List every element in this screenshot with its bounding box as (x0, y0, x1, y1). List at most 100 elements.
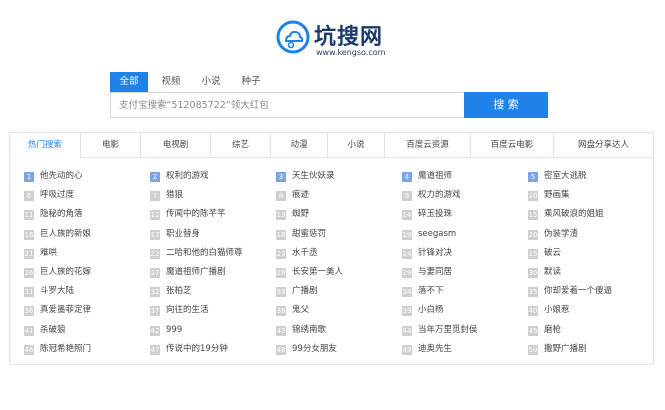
hot-list-item[interactable]: 39 小白杨 (402, 301, 444, 319)
rank-badge: 42 (150, 325, 160, 336)
rank-badge: 2 (150, 172, 160, 182)
hot-list-item[interactable]: 4 魔道祖师 (402, 167, 452, 185)
hot-item-title: 巨人族的花嫁 (40, 267, 92, 277)
hot-list-item[interactable]: 36 真爱墨菲定律 (24, 301, 91, 319)
hot-list-item[interactable]: 34 落不下 (402, 282, 444, 300)
rank-badge: 37 (150, 306, 160, 317)
hot-item-title: 二哈和他的白猫师尊 (166, 247, 243, 258)
rank-badge: 19 (402, 229, 412, 240)
hot-item-title: 魔道祖师广播剧 (166, 267, 226, 277)
hot-list-item[interactable]: 17 职业替身 (150, 225, 200, 243)
hot-item-title: 破云 (544, 247, 562, 258)
search-tab-novel[interactable]: 小说 (192, 72, 230, 92)
hot-list-item[interactable]: 16 巨人族的新娘 (24, 225, 91, 243)
hot-list-item[interactable]: 31 斗罗大陆 (24, 282, 74, 300)
hot-item-title: 锦绣南歌 (292, 324, 327, 335)
hot-list-item[interactable]: 9 权力的游戏 (402, 186, 461, 204)
hot-list-item[interactable]: 2 权利的游戏 (150, 167, 209, 185)
hot-list-item[interactable]: 50 撒野广播剧 (528, 340, 587, 358)
hot-list-item[interactable]: 1 他先动的心 (24, 167, 83, 185)
rank-badge: 6 (24, 191, 34, 202)
rank-badge: 31 (24, 287, 34, 298)
hot-item-title: 水千丞 (292, 247, 318, 258)
hot-list-item[interactable]: 49 迪奥先生 (402, 340, 452, 358)
tab-netdisk-sharers[interactable]: 网盘分享达人 (554, 133, 653, 157)
hot-list-item[interactable]: 29 与妻同居 (402, 263, 452, 281)
search-tab-all[interactable]: 全部 (110, 72, 148, 92)
tab-hot-search[interactable]: 热门搜索 (10, 133, 81, 158)
tab-tv-series[interactable]: 电视剧 (141, 133, 211, 157)
hot-list-item[interactable]: 23 水千丞 (276, 244, 318, 262)
hot-list-item[interactable]: 19 seegasm (402, 225, 456, 243)
hot-list-item[interactable]: 13 蜘野 (276, 205, 309, 223)
hot-list-item[interactable]: 44 当年万里觅封侯 (402, 321, 478, 339)
rank-badge: 12 (150, 210, 160, 221)
search-button[interactable]: 搜 索 (464, 92, 548, 118)
rank-badge: 5 (528, 172, 538, 182)
hot-item-title: 当年万里觅封侯 (418, 324, 478, 335)
hot-tabs-bar: 热门搜索 电影 电视剧 综艺 动漫 小说 百度云资源 百度云电影 网盘分享达人 (10, 133, 653, 158)
hot-list-item[interactable]: 33 广播剧 (276, 282, 318, 300)
hot-list-item[interactable]: 11 隐秘的角落 (24, 205, 83, 223)
hot-list-item[interactable]: 40 小娘惹 (528, 301, 570, 319)
tab-baidu-cloud-movies[interactable]: 百度云电影 (471, 133, 554, 157)
hot-list-item[interactable]: 35 你却爱着一个傻逼 (528, 282, 612, 300)
hot-list-item[interactable]: 28 长安第一美人 (276, 263, 343, 281)
hot-list-item[interactable]: 24 针锋对决 (402, 244, 452, 262)
search-input[interactable] (110, 92, 464, 118)
hot-list-item[interactable]: 26 巨人族的花嫁 (24, 263, 91, 281)
hot-list-item[interactable]: 47 传说中的19分钟 (150, 340, 228, 358)
hot-list-item[interactable]: 12 传闻中的陈芊芊 (150, 205, 226, 223)
hot-list-item[interactable]: 14 碎玉投珠 (402, 205, 452, 223)
rank-badge: 44 (402, 325, 412, 336)
rank-badge: 49 (402, 344, 412, 355)
hot-list-item[interactable]: 46 陈冠希艳照门 (24, 340, 91, 358)
hot-item-title: 伪装学渣 (544, 228, 579, 239)
hot-list-item[interactable]: 45 磨枪 (528, 321, 561, 339)
hot-list-item[interactable]: 48 99分女朋友 (276, 340, 337, 358)
rank-badge: 38 (276, 306, 286, 317)
hot-list-item[interactable]: 32 张柏芝 (150, 282, 192, 300)
hot-item-title: 撒野广播剧 (544, 343, 587, 354)
rank-badge: 26 (24, 268, 34, 278)
rank-badge: 23 (276, 248, 286, 259)
hot-list-item[interactable]: 22 二哈和他的白猫师尊 (150, 244, 243, 262)
hot-list-item[interactable]: 25 破云 (528, 244, 561, 262)
hot-item-title: 与妻同居 (418, 267, 453, 277)
hot-item-title: 长安第一美人 (292, 267, 344, 277)
hot-list-item[interactable]: 37 向往的生活 (150, 301, 209, 319)
rank-badge: 32 (150, 287, 160, 298)
tab-movie[interactable]: 电影 (81, 133, 141, 157)
hot-list-item[interactable]: 8 痕迹 (276, 186, 309, 204)
tab-variety[interactable]: 综艺 (211, 133, 271, 157)
hot-list-item[interactable]: 30 默读 (528, 263, 561, 281)
rank-badge: 45 (528, 325, 538, 336)
tab-baidu-cloud-resources[interactable]: 百度云资源 (385, 133, 471, 157)
hot-item-title: 真爱墨菲定律 (40, 305, 92, 316)
hot-list-item[interactable]: 42 999 (150, 321, 182, 339)
hot-list-item[interactable]: 10 野画集 (528, 186, 570, 204)
hot-item-title: seegasm (418, 228, 457, 239)
hot-item-title: 杀破狼 (40, 324, 66, 335)
hot-list-item[interactable]: 15 乘风破浪的姐姐 (528, 205, 604, 223)
tab-anime[interactable]: 动漫 (271, 133, 328, 157)
hot-item-title: 魔道祖师 (418, 171, 453, 181)
hot-list-item[interactable]: 18 甜蜜惩罚 (276, 225, 326, 243)
rank-badge: 30 (528, 268, 538, 278)
site-logo[interactable]: 坑搜网 www.kengso.com (276, 20, 396, 64)
hot-list-item[interactable]: 21 难哄 (24, 244, 57, 262)
hot-list-item[interactable]: 43 锦绣南歌 (276, 321, 326, 339)
search-tab-torrent[interactable]: 种子 (232, 72, 270, 92)
hot-list-item[interactable]: 5 密室大逃脱 (528, 167, 587, 185)
tab-novel[interactable]: 小说 (328, 133, 385, 157)
hot-list-item[interactable]: 3 天生伙妖录 (276, 167, 335, 185)
hot-list-item[interactable]: 7 猎狼 (150, 186, 183, 204)
hot-list-item[interactable]: 41 杀破狼 (24, 321, 66, 339)
hot-list-item[interactable]: 27 魔道祖师广播剧 (150, 263, 226, 281)
search-tab-video[interactable]: 视频 (152, 72, 190, 92)
hot-list-item[interactable]: 38 鬼父 (276, 301, 309, 319)
rank-badge: 17 (150, 229, 160, 240)
hot-list-item[interactable]: 6 呼吸过度 (24, 186, 74, 204)
hot-item-title: 向往的生活 (166, 305, 209, 316)
hot-list-item[interactable]: 20 伪装学渣 (528, 225, 578, 243)
